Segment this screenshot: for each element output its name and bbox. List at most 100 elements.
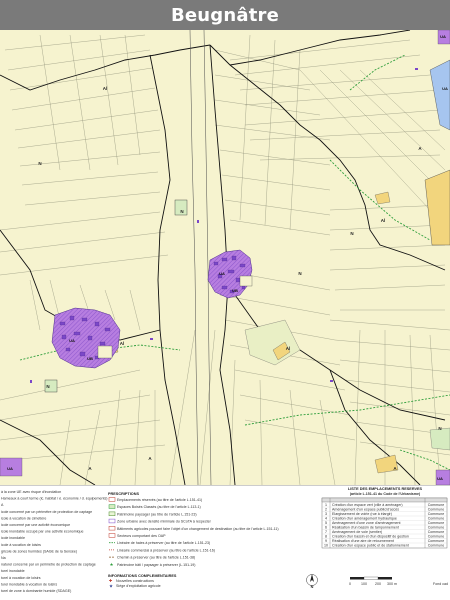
legend-panel: à la zone UE avec risque d'inondation Ham… — [0, 485, 450, 600]
map-sheet: Beugnâtre N N N Al Al Al N N A A A Al N … — [0, 0, 450, 600]
row-object: Création d'un espace public et de statio… — [332, 543, 409, 547]
zoning-map[interactable]: NNNAlAlAlNNAAAAlNA UAUAUBUB UAUAUAUA — [0, 30, 450, 485]
reserved-title: LISTE DES EMPLACEMENTS RESERVES — [348, 487, 423, 491]
row-object: Création d'un bassin et d'un dispositif … — [332, 534, 409, 538]
legend-zone-label: turel à vocation de loisirs — [1, 576, 41, 580]
row-beneficiary: Commune — [428, 525, 445, 529]
legend-zone-label: gricole de zones humides (SAGE de la Sen… — [1, 549, 77, 553]
edge-label: UA — [442, 86, 448, 91]
row-beneficiary: Commune — [428, 516, 445, 520]
legend-prescription-label: Linéaire commercial à préserver (au titr… — [117, 548, 215, 552]
legend-swatch — [108, 518, 116, 524]
heritage-star-icon: ★ — [110, 562, 114, 568]
legend-prescription-item: Linéaire commercial à préserver (au titr… — [109, 548, 215, 552]
legend-zone-label: icole à vocation de loisirs — [1, 543, 41, 547]
title-bar: Beugnâtre — [0, 0, 450, 30]
table-row: 6 Réalisation d'un bassin de tamponnement… — [322, 524, 447, 529]
legend-zone-label: turel inondable à vocation de loisirs — [1, 582, 57, 586]
row-beneficiary: Commune — [428, 503, 445, 507]
prescriptions-title: PRESCRIPTIONS — [108, 492, 139, 496]
row-object: Aménagement de voie (sentier) — [332, 530, 382, 534]
row-number: 8 — [325, 534, 327, 538]
legend-prescription-item: Patrimoine paysager (au titre de l'artic… — [108, 511, 197, 516]
legend-prescription-label: Secteurs comportant des OAP — [117, 534, 166, 538]
row-beneficiary: Commune — [428, 512, 445, 516]
row-object: Aménagement d'une zone d'aménagement — [332, 521, 401, 525]
scale-label: 100 — [361, 582, 367, 586]
legend-zone-label: icole concerné par une activité économiq… — [1, 523, 70, 527]
row-number: 9 — [325, 539, 327, 543]
legend-zone-item: icole concerné par une activité économiq… — [1, 523, 70, 527]
legend-zone-item: naturel concerné par un périmètre de pro… — [1, 563, 96, 567]
edge-label: UA — [440, 34, 446, 39]
legend-zone-label: Hameaux à court terme (ic. habitat / é. … — [1, 497, 107, 501]
zone-label: Al — [103, 86, 108, 91]
row-number: 4 — [325, 516, 327, 520]
scale-label: 0 — [349, 582, 351, 586]
legend-zone-item: icole inondable occupé par une activité … — [1, 530, 84, 534]
legend-prescription-item: Espaces Boisés Classés (au titre de l'ar… — [108, 504, 201, 509]
legend-prescription-label: Patrimoine bâti / paysager à préserver (… — [117, 563, 196, 567]
zone-label: N — [46, 384, 49, 389]
legend-prescription-label: Zone urbaine avec densité minimale du SC… — [117, 520, 212, 524]
table-row: 2 Aménagement d'un espace public/d'accès C… — [322, 506, 447, 511]
legend-zone-label: turel inondable — [1, 569, 25, 573]
village-label: UB — [87, 356, 93, 361]
zone-green-lower — [429, 427, 450, 451]
legend-prescription-item: Zone urbaine avec densité minimale du SC… — [108, 518, 212, 524]
legend-zone-item: icole à vocation de loisirs — [1, 543, 41, 547]
row-number: 1 — [325, 503, 327, 507]
row-object: Réalisation d'une aire de retournement — [332, 539, 394, 543]
legend-zone-item: Hameaux à court terme (ic. habitat / é. … — [1, 497, 107, 501]
row-number: 10 — [324, 543, 328, 547]
legend-zone-label: naturel concerné par un périmètre de pro… — [1, 563, 96, 567]
legend-prescription-item: Linéaire de haies à préserver (au titre … — [109, 541, 210, 545]
table-row: 4 Création d'un aménagement hydraulique Co… — [322, 515, 447, 520]
legend-prescription-label: Emplacements réservés (au titre de l'art… — [117, 498, 202, 502]
info-title: INFORMATIONS COMPLEMENTAIRES — [108, 574, 177, 578]
legend-zone-label: Na — [1, 556, 6, 560]
zone-label: Al — [286, 346, 291, 351]
info-farm-seat: Siège d'exploitation agricole — [116, 584, 161, 588]
legend-zone-label: icole à vocation de cimetière — [1, 516, 46, 520]
legend-zone-label: à la zone UE avec risque d'inondation — [1, 490, 61, 494]
table-row: 10 Création d'un espace public et de stat… — [322, 542, 447, 547]
legend-prescription-item: Secteurs comportant des OAP — [108, 533, 166, 538]
page-title: Beugnâtre — [170, 4, 280, 26]
legend-zone-item: icole à vocation de cimetière — [1, 516, 46, 520]
legend-prescription-label: Espaces Boisés Classés (au titre de l'ar… — [117, 505, 201, 509]
legend-swatch — [108, 504, 116, 509]
legend-swatch — [108, 511, 116, 516]
legend-prescription-label: Bâtiments agricoles pouvant faire l'obje… — [117, 527, 279, 531]
zone-label: Al — [120, 341, 125, 346]
legend-swatch — [108, 526, 116, 531]
table-row: 5 Aménagement d'une zone d'aménagement Com… — [322, 520, 447, 525]
legend-swatch — [108, 497, 116, 502]
north-label: N — [311, 585, 314, 589]
legend-zone-label: icole inondable — [1, 536, 25, 540]
legend-prescription-item: Chemin à préserver (au titre de l'articl… — [109, 556, 195, 560]
row-beneficiary: Commune — [428, 530, 445, 534]
row-beneficiary: Commune — [428, 521, 445, 525]
legend-prescription-item: Bâtiments agricoles pouvant faire l'obje… — [108, 526, 279, 531]
reserved-subtitle: (article L.151-41 du Code de l'Urbanisme… — [350, 492, 421, 496]
row-object: Création d'un espace vert (ville à aména… — [332, 503, 403, 507]
farm-seat-icon: ★ — [109, 584, 113, 590]
village-label: UA — [69, 338, 75, 343]
village-west[interactable] — [51, 307, 121, 369]
row-object: Réalisation d'un bassin de tamponnement — [332, 525, 399, 529]
zone-label: N — [180, 209, 183, 214]
legend-zone-item: turel inondable — [1, 569, 25, 573]
village-label: UB — [232, 288, 238, 293]
legend-zone-label: turel de zone à dominante humide (SDAGE) — [1, 589, 71, 593]
row-beneficiary: Commune — [428, 539, 445, 543]
row-beneficiary: Commune — [428, 543, 445, 547]
row-object: Création d'un aménagement hydraulique — [332, 516, 397, 520]
legend-zone-item: turel inondable à vocation de loisirs — [1, 582, 57, 586]
zone-label: Al — [381, 218, 386, 223]
zone-label: N — [38, 161, 41, 166]
zone-label: N — [438, 426, 441, 431]
scale-label: 300 m — [387, 582, 397, 586]
table-row: 3 Elargissement de voirie (rue à élargir)… — [322, 511, 447, 516]
footer-note: Fond cad — [433, 582, 448, 586]
